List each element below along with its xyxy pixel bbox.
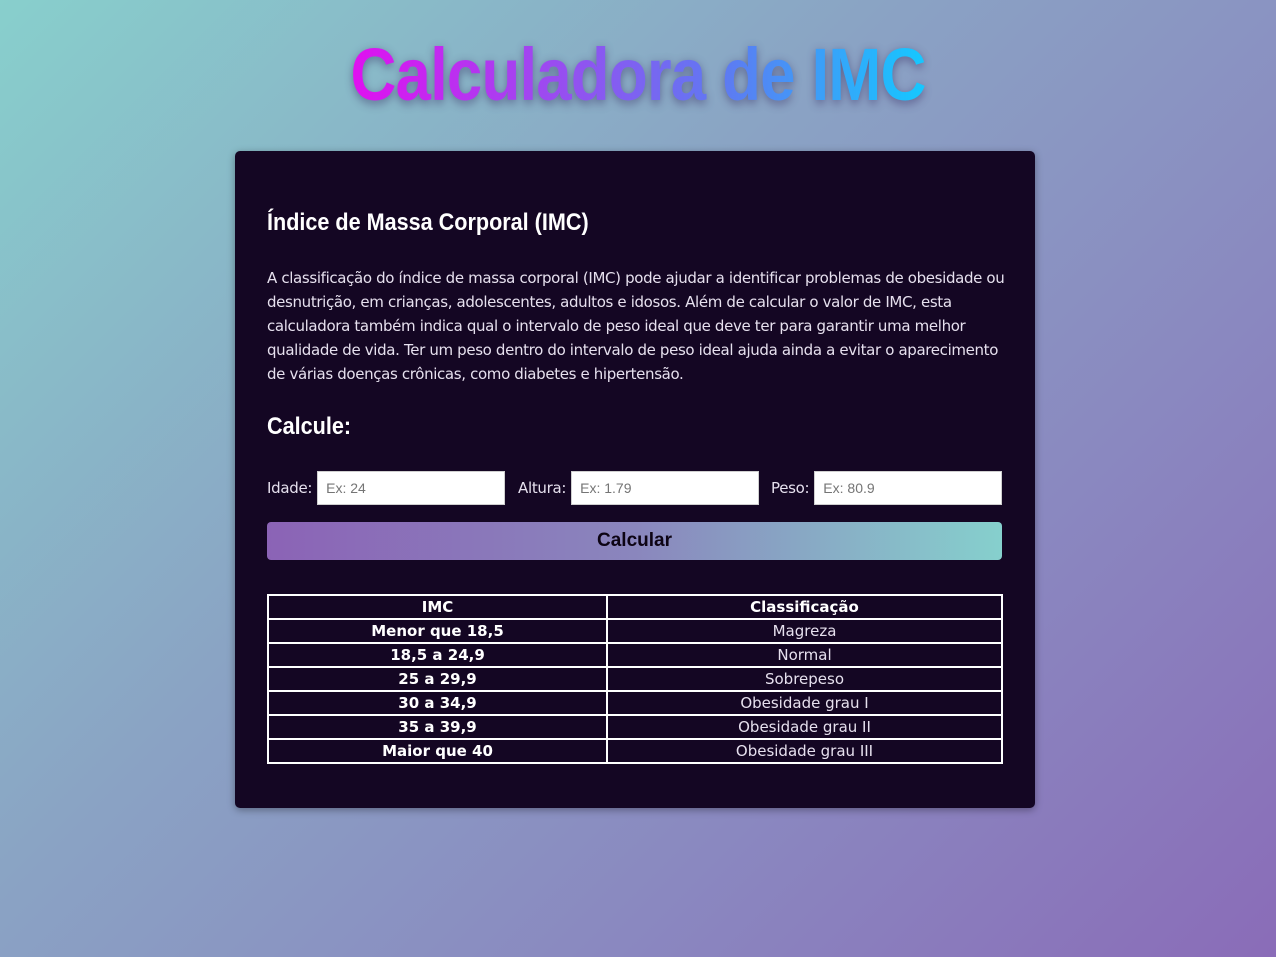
classification-cell: Magreza: [606, 618, 1003, 644]
calculate-heading: Calcule:: [267, 413, 352, 440]
imc-range-cell: 25 a 29,9: [267, 666, 608, 692]
classification-cell: Sobrepeso: [606, 666, 1003, 692]
imc-range-cell: Menor que 18,5: [267, 618, 608, 644]
peso-input[interactable]: [814, 471, 1003, 505]
peso-field-group: Peso:: [771, 471, 1003, 505]
imc-range-cell: 18,5 a 24,9: [267, 642, 608, 668]
classification-cell: Obesidade grau I: [606, 690, 1003, 716]
imc-range-cell: 30 a 34,9: [267, 690, 608, 716]
altura-label: Altura:: [518, 479, 567, 497]
idade-input[interactable]: [317, 471, 506, 505]
imc-classification-table: IMC Classificação Menor que 18,5 Magreza…: [267, 594, 1003, 764]
classification-cell: Normal: [606, 642, 1003, 668]
calculator-card: Índice de Massa Corporal (IMC) A classif…: [235, 151, 1035, 808]
table-row: 35 a 39,9 Obesidade grau II: [267, 714, 1003, 740]
idade-label: Idade:: [267, 479, 313, 497]
table-header-classification: Classificação: [606, 594, 1003, 620]
classification-cell: Obesidade grau II: [606, 714, 1003, 740]
page-title-text: Calculadora de IMC: [350, 33, 926, 116]
table-row: 30 a 34,9 Obesidade grau I: [267, 690, 1003, 716]
table-header-imc: IMC: [267, 594, 608, 620]
page-title: Calculadora de IMC: [89, 30, 1186, 120]
idade-field-group: Idade:: [267, 471, 506, 505]
calculate-button[interactable]: Calcular: [267, 522, 1002, 560]
altura-field-group: Altura:: [518, 471, 760, 505]
table-row: Maior que 40 Obesidade grau III: [267, 738, 1003, 764]
altura-input[interactable]: [571, 471, 760, 505]
table-row: 25 a 29,9 Sobrepeso: [267, 666, 1003, 692]
table-row: Menor que 18,5 Magreza: [267, 618, 1003, 644]
section-title: Índice de Massa Corporal (IMC): [267, 209, 589, 236]
classification-cell: Obesidade grau III: [606, 738, 1003, 764]
imc-range-cell: 35 a 39,9: [267, 714, 608, 740]
table-row: 18,5 a 24,9 Normal: [267, 642, 1003, 668]
description-text: A classificação do índice de massa corpo…: [267, 269, 1005, 383]
table-header-row: IMC Classificação: [267, 594, 1003, 620]
imc-range-cell: Maior que 40: [267, 738, 608, 764]
peso-label: Peso:: [771, 479, 810, 497]
